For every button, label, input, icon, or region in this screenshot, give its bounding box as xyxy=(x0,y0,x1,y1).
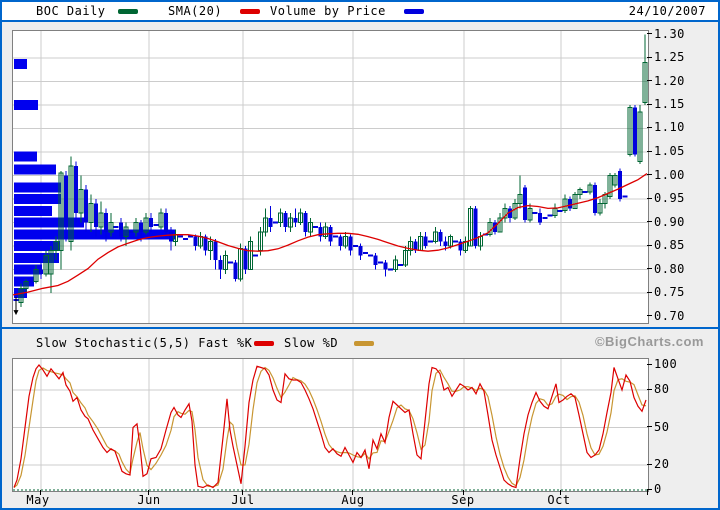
vbp-label: Volume by Price xyxy=(270,4,386,18)
vbp-swatch-icon xyxy=(404,9,424,14)
stochastic-title: Slow Stochastic(5,5) Fast %K xyxy=(36,336,252,350)
price-tick-label: 1.00 xyxy=(654,168,685,182)
stoch-tick-label: 100 xyxy=(654,357,677,371)
price-tick-label: 1.25 xyxy=(654,50,685,64)
month-label: Aug xyxy=(336,493,370,507)
slow-d-label: Slow %D xyxy=(284,336,338,350)
price-tick-label: 1.10 xyxy=(654,120,685,134)
stochastic-legend-bar: Slow Stochastic(5,5) Fast %K Slow %D ©Bi… xyxy=(2,329,718,355)
stoch-tick-label: 80 xyxy=(654,382,669,396)
chart-date: 24/10/2007 xyxy=(629,4,706,18)
month-label: Jun xyxy=(132,493,166,507)
price-tick-label: 0.75 xyxy=(654,285,685,299)
bigcharts-chart-page: BOC Daily SMA(20) Volume by Price 24/10/… xyxy=(0,0,720,510)
stoch-tick-label: 50 xyxy=(654,420,669,434)
sma-swatch-icon xyxy=(240,9,260,14)
stoch-d-swatch-icon xyxy=(354,341,374,346)
price-chart-plot xyxy=(12,30,649,324)
price-tick-label: 1.15 xyxy=(654,97,685,111)
stoch-tick-label: 0 xyxy=(654,482,662,496)
stochastic-plot xyxy=(12,358,649,492)
month-label: Oct xyxy=(542,493,576,507)
price-chart-canvas xyxy=(13,31,648,323)
stoch-k-swatch-icon xyxy=(254,341,274,346)
series-label: BOC Daily xyxy=(36,4,106,18)
price-tick-label: 1.05 xyxy=(654,144,685,158)
main-legend-bar: BOC Daily SMA(20) Volume by Price 24/10/… xyxy=(2,2,718,22)
price-tick-label: 0.80 xyxy=(654,262,685,276)
month-label: May xyxy=(21,493,55,507)
sma-label: SMA(20) xyxy=(168,4,222,18)
series-swatch-icon xyxy=(118,9,138,14)
price-tick-label: 1.30 xyxy=(654,27,685,41)
price-tick-label: 1.20 xyxy=(654,74,685,88)
price-tick-label: 0.85 xyxy=(654,238,685,252)
bigcharts-copyright: ©BigCharts.com xyxy=(595,334,704,349)
stoch-tick-label: 20 xyxy=(654,457,669,471)
stochastic-canvas xyxy=(13,359,648,491)
price-tick-label: 0.95 xyxy=(654,191,685,205)
month-label: Jul xyxy=(226,493,260,507)
month-label: Sep xyxy=(446,493,480,507)
price-tick-label: 0.70 xyxy=(654,309,685,323)
price-tick-label: 0.90 xyxy=(654,215,685,229)
